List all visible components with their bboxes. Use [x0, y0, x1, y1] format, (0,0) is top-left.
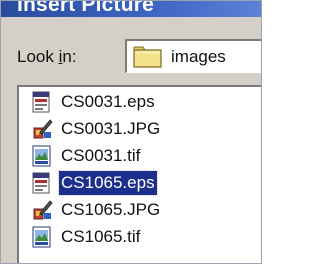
jpg-file-icon-graphic — [33, 200, 53, 220]
title-bar[interactable]: Insert Picture — [1, 1, 261, 17]
tif-file-icon — [31, 226, 53, 248]
jpg-file-icon — [31, 118, 53, 140]
tif-file-icon-graphic — [32, 145, 51, 167]
file-item[interactable]: CS0031.eps — [31, 89, 251, 116]
file-name: CS0031.tif — [61, 146, 141, 165]
tif-file-icon — [31, 145, 53, 167]
eps-file-icon — [31, 91, 53, 113]
file-item[interactable]: CS1065.eps — [31, 170, 251, 197]
look-in-label-prefix: Look — [17, 47, 59, 66]
file-name: CS1065.JPG — [61, 200, 161, 219]
eps-file-icon-graphic — [32, 91, 50, 113]
file-name: CS1065.eps — [58, 170, 158, 196]
file-list[interactable]: CS0031.eps CS0031.JPG CS0031.tif CS1065.eps… — [17, 85, 261, 263]
eps-file-icon — [31, 172, 53, 194]
look-in-value: images — [171, 47, 226, 66]
file-item[interactable]: CS1065.JPG — [31, 197, 251, 224]
file-item[interactable]: CS0031.JPG — [31, 116, 251, 143]
file-name: CS0031.JPG — [61, 119, 161, 138]
folder-icon — [133, 46, 162, 68]
tif-file-icon-graphic — [32, 226, 51, 248]
file-name: CS0031.eps — [61, 92, 155, 111]
file-item[interactable]: CS1065.tif — [31, 224, 251, 251]
look-in-label: Look in: — [17, 47, 77, 67]
insert-picture-dialog: Insert Picture Look in: images CS0031.ep… — [0, 0, 262, 264]
look-in-dropdown[interactable]: images — [125, 39, 261, 73]
dialog-title: Insert Picture — [17, 1, 155, 16]
look-in-label-suffix: n: — [62, 47, 77, 66]
jpg-file-icon-graphic — [33, 119, 53, 139]
eps-file-icon-graphic — [32, 172, 50, 194]
file-name: CS1065.tif — [61, 227, 141, 246]
jpg-file-icon — [31, 199, 53, 221]
file-item[interactable]: CS0031.tif — [31, 143, 251, 170]
